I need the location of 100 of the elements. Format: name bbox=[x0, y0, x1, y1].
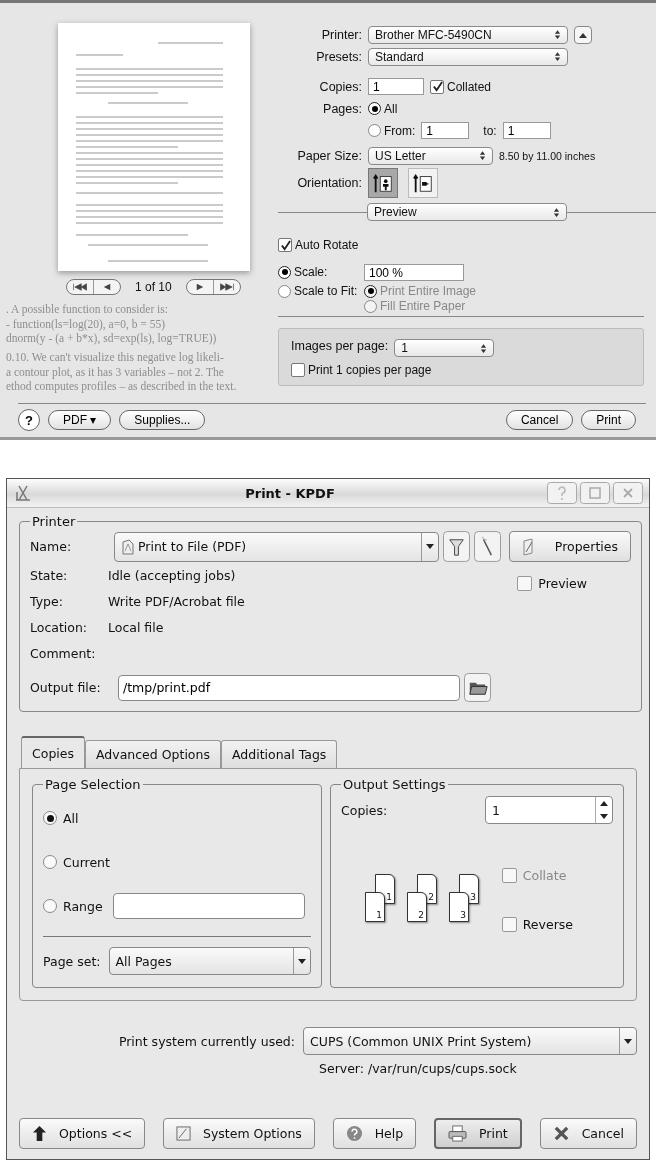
from-page-input[interactable]: 1 bbox=[421, 122, 470, 139]
portrait-orientation-button[interactable] bbox=[368, 168, 398, 198]
help-button[interactable]: Help bbox=[332, 1118, 417, 1149]
copies-spinbox[interactable]: 1 bbox=[485, 796, 613, 824]
document-text-line: a contour plot, as it has 3 variables – not 2. The bbox=[6, 365, 225, 379]
stepper-arrows-icon bbox=[553, 206, 560, 218]
triangle-up-icon bbox=[579, 31, 587, 38]
field-label: Copies: bbox=[318, 79, 362, 94]
field-value: Idle (accepting jobs) bbox=[108, 567, 236, 583]
arrow-up-icon bbox=[32, 1125, 47, 1142]
document-text-line: . A possible function to consider is: bbox=[6, 303, 169, 316]
output-file-input[interactable]: /tmp/print.pdf bbox=[118, 674, 460, 701]
preview-checkbox[interactable]: Preview bbox=[517, 576, 587, 591]
document-text-line: dnorm(y - (a + b*x), sd=exp(ls), log=TRUE)) bbox=[6, 332, 218, 345]
print-button[interactable]: Print bbox=[581, 410, 636, 430]
copies-per-page-checkbox[interactable]: Print 1 copies per page bbox=[291, 363, 631, 377]
stepper-arrows-icon bbox=[479, 150, 486, 161]
tab[interactable]: Additional Tags bbox=[220, 740, 338, 768]
page-selection-radio[interactable]: Current bbox=[43, 854, 110, 870]
stepper-arrows-icon bbox=[480, 342, 488, 354]
all-pages-radio[interactable]: All bbox=[368, 101, 398, 116]
presets-dropdown[interactable]: Standard bbox=[368, 47, 568, 66]
copies-input[interactable]: 1 bbox=[368, 78, 424, 95]
auto-rotate-checkbox[interactable]: Auto Rotate bbox=[278, 238, 644, 252]
properties-button[interactable]: Properties bbox=[509, 531, 631, 562]
tab[interactable]: Copies bbox=[21, 736, 85, 768]
cancel-button[interactable]: Cancel bbox=[539, 1118, 637, 1149]
stepper-arrows-icon bbox=[554, 29, 561, 40]
decrement-arrow-icon[interactable] bbox=[600, 814, 608, 819]
collated-checkbox[interactable]: Collated bbox=[430, 79, 492, 94]
checkmark-icon bbox=[431, 81, 443, 92]
landscape-orientation-button[interactable] bbox=[408, 168, 438, 198]
pdf-menu-button[interactable]: PDF ▾ bbox=[48, 410, 112, 430]
printer-dropdown[interactable]: Brother MFC-5490CN bbox=[368, 25, 568, 44]
print-button[interactable]: Print bbox=[434, 1118, 522, 1149]
tab[interactable]: Advanced Options bbox=[85, 740, 221, 768]
page-range-radio[interactable]: From: bbox=[368, 123, 416, 138]
field-label: Output file: bbox=[30, 680, 102, 695]
range-input[interactable] bbox=[112, 893, 305, 919]
group-title: Output Settings bbox=[342, 777, 447, 792]
field-label: State: bbox=[30, 567, 69, 583]
field-label: Comment: bbox=[30, 645, 97, 661]
field-label: Name: bbox=[30, 539, 73, 554]
window-icon bbox=[176, 1126, 191, 1141]
checkmark-icon bbox=[279, 239, 291, 251]
help-button[interactable]: ? bbox=[18, 409, 40, 431]
group-title: Page Selection bbox=[44, 777, 142, 792]
scale-to-fit-radio[interactable]: Scale to Fit: bbox=[278, 284, 358, 298]
paper-size-dropdown[interactable]: US Letter bbox=[368, 146, 493, 165]
page-set-dropdown[interactable]: All Pages bbox=[108, 947, 311, 975]
field-label: Orientation: bbox=[296, 176, 362, 190]
options-button[interactable]: Options << bbox=[19, 1118, 146, 1149]
help-icon bbox=[345, 1125, 363, 1142]
printer-name-dropdown[interactable]: Print to File (PDF) bbox=[114, 531, 439, 562]
dropdown-arrow-icon bbox=[426, 544, 434, 549]
window-title: Print - KPDF bbox=[244, 485, 336, 501]
page-indicator: 1 of 10 bbox=[135, 280, 172, 294]
scale-input[interactable]: 100 % bbox=[364, 264, 464, 281]
page-selection-radio[interactable]: All bbox=[43, 810, 79, 826]
group-title: Printer bbox=[31, 514, 77, 529]
dropdown-arrow-icon bbox=[298, 958, 306, 964]
field-label: Location: bbox=[30, 619, 89, 635]
to-page-input[interactable]: 1 bbox=[502, 122, 551, 139]
page-selection-radio[interactable]: Range bbox=[43, 898, 103, 914]
document-icon bbox=[121, 538, 135, 555]
collated-pages-drawing: 1 1 2 2 3 3 bbox=[365, 874, 481, 926]
scale-radio[interactable]: Scale: bbox=[278, 265, 328, 279]
folder-icon[interactable] bbox=[464, 672, 491, 703]
increment-arrow-icon[interactable] bbox=[600, 801, 608, 806]
server-path: Server: /var/run/cups/cups.sock bbox=[319, 1061, 518, 1076]
stepper-arrows-icon bbox=[554, 51, 561, 62]
field-label: Type: bbox=[30, 593, 64, 609]
dropdown-arrow-icon bbox=[624, 1038, 632, 1044]
reverse-checkbox[interactable]: Reverse bbox=[501, 917, 573, 932]
print-system-dropdown[interactable]: CUPS (Common UNIX Print System) bbox=[303, 1027, 637, 1055]
wand-icon[interactable] bbox=[474, 531, 501, 562]
cancel-button[interactable]: Cancel bbox=[505, 410, 574, 430]
field-label: Presets: bbox=[315, 49, 362, 64]
filter-icon[interactable] bbox=[443, 531, 470, 562]
system-button[interactable]: System Options bbox=[163, 1118, 315, 1149]
document-text-line: ethod computes profiles – as described in the text. bbox=[6, 380, 237, 393]
images-per-page-dropdown[interactable]: 1 bbox=[394, 339, 495, 357]
field-label: Paper Size: bbox=[296, 148, 362, 163]
document-text-line: - function(ls=log(20), a=0, b = 55) bbox=[6, 317, 167, 331]
field-label: Print system currently used: bbox=[118, 1033, 295, 1049]
option-label: Print Entire Image bbox=[380, 284, 477, 298]
field-label: Pages: bbox=[322, 101, 362, 116]
supplies-button[interactable]: Supplies... bbox=[119, 410, 206, 430]
field-label: Images per page: bbox=[291, 339, 389, 353]
field-value: Local file bbox=[108, 619, 164, 635]
field-label: Page set: bbox=[43, 953, 101, 969]
paper-dimensions: 8.50 by 11.00 inches bbox=[499, 149, 596, 162]
disclosure-button[interactable] bbox=[574, 25, 592, 44]
printer-icon bbox=[448, 1125, 467, 1142]
field-label: Copies: bbox=[341, 802, 389, 818]
document-text-line: 0.10. We can't visualize this negative log likeli- bbox=[6, 350, 225, 364]
app-icon bbox=[13, 483, 33, 503]
section-dropdown[interactable]: Preview bbox=[367, 203, 567, 221]
cross-icon bbox=[552, 1125, 570, 1142]
field-label: to: bbox=[483, 123, 497, 138]
